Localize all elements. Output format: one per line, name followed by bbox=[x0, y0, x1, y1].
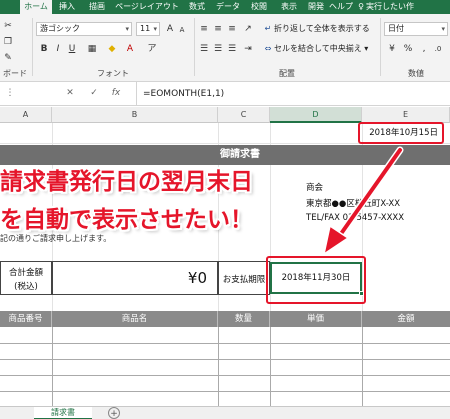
sheet-tab-bar: 請求書 + bbox=[0, 406, 450, 419]
annotation-line-1: 請求書発行日の翌月末日 bbox=[0, 169, 253, 195]
annotation-line-2: を自動で表示させたい！ bbox=[0, 207, 253, 233]
sheet-tab-invoice[interactable]: 請求書 bbox=[34, 407, 92, 419]
add-sheet-icon[interactable]: + bbox=[108, 407, 120, 419]
